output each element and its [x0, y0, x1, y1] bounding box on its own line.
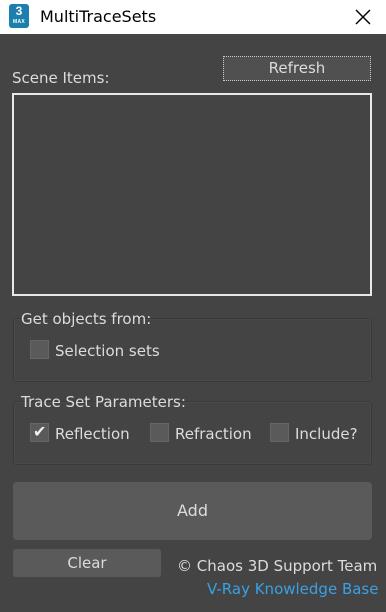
app-icon-text: MAX — [12, 19, 25, 25]
window-title: MultiTraceSets — [40, 7, 157, 26]
refraction-checkbox[interactable] — [150, 423, 169, 442]
clear-button[interactable]: Clear — [13, 549, 161, 577]
include-label: Include? — [295, 425, 358, 443]
credit-text: © Chaos 3D Support Team — [177, 557, 378, 575]
close-button[interactable] — [348, 3, 378, 31]
app-icon-number: 3 — [15, 4, 23, 18]
add-button[interactable]: Add — [13, 482, 372, 540]
selection-sets-checkbox[interactable] — [30, 340, 49, 359]
trace-params-label: Trace Set Parameters: — [21, 393, 186, 411]
include-checkbox[interactable] — [270, 423, 289, 442]
get-objects-label: Get objects from: — [21, 310, 152, 328]
selection-sets-label: Selection sets — [55, 342, 160, 360]
reflection-checkbox[interactable]: ✔ — [30, 423, 49, 442]
checkmark-icon: ✔ — [33, 424, 47, 441]
refraction-label: Refraction — [175, 425, 252, 443]
refresh-button[interactable]: Refresh — [223, 56, 371, 81]
scene-items-label: Scene Items: — [12, 69, 110, 87]
reflection-label: Reflection — [55, 425, 130, 443]
knowledge-base-link[interactable]: V-Ray Knowledge Base — [207, 580, 378, 598]
scene-items-list[interactable] — [12, 93, 372, 296]
close-icon — [355, 9, 371, 25]
title-bar: 3 MAX MultiTraceSets — [0, 0, 386, 34]
app-icon: 3 MAX — [9, 4, 29, 28]
